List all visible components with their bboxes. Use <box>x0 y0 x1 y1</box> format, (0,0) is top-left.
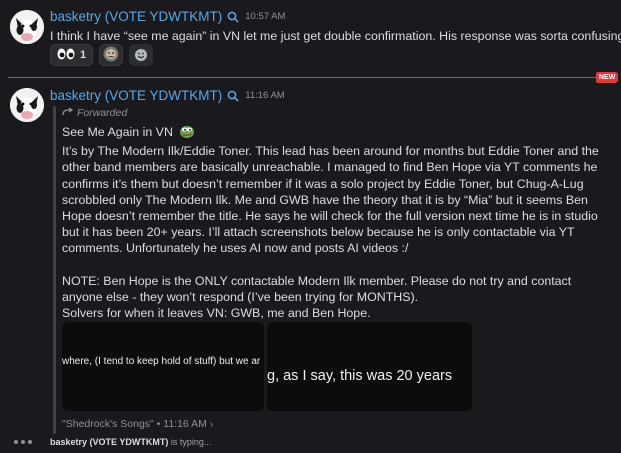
forwarded-content: See Me Again in VN It’s by The Modern Il… <box>62 123 610 321</box>
message-1: basketry (VOTE YDWTKMT) 10:57 AM I think… <box>0 0 621 70</box>
forward-source-link[interactable]: "Shedrock's Songs" • 11:16 AM › <box>62 418 213 430</box>
pepe-emoji-icon <box>179 123 195 143</box>
reaction-custom-face[interactable] <box>99 44 124 66</box>
search-icon[interactable] <box>227 90 239 102</box>
message-body: I think I have “see me again” in VN let … <box>50 29 621 43</box>
forward-paragraph-3: Solvers for when it leaves VN: GWB, me a… <box>62 306 371 321</box>
reaction-eyes[interactable]: 1 <box>50 44 94 66</box>
forwarded-label: Forwarded <box>62 107 127 119</box>
forward-title: See Me Again in VN <box>62 125 173 139</box>
username[interactable]: basketry (VOTE YDWTKMT) <box>50 88 222 103</box>
forward-paragraph-1: It’s by The Modern Ilk/Eddie Toner. This… <box>62 144 599 256</box>
attachment-image-2[interactable]: g, as I say, this was 20 years <box>267 322 472 411</box>
avatar[interactable] <box>10 88 44 122</box>
add-reaction-button[interactable] <box>129 44 154 66</box>
typing-text: basketry (VOTE YDWTKMT) is typing... <box>50 437 211 447</box>
forward-title-row: See Me Again in VN <box>62 123 610 143</box>
forward-arrow-icon <box>62 107 74 119</box>
cow-avatar-icon <box>10 10 44 44</box>
eyes-emoji-icon <box>57 48 75 63</box>
timestamp[interactable]: 11:16 AM <box>245 90 284 101</box>
forward-paragraph-2: NOTE: Ben Hope is the ONLY contactable M… <box>62 273 572 304</box>
username[interactable]: basketry (VOTE YDWTKMT) <box>50 9 222 24</box>
avatar[interactable] <box>10 10 44 44</box>
forwarded-text: Forwarded <box>77 107 128 119</box>
search-icon[interactable] <box>227 11 239 23</box>
typing-user: basketry (VOTE YDWTKMT) <box>50 437 169 447</box>
add-reaction-icon <box>135 49 148 61</box>
forward-bar <box>53 106 56 434</box>
typing-indicator: basketry (VOTE YDWTKMT) is typing... <box>14 437 211 447</box>
typing-suffix: is typing... <box>168 437 212 447</box>
new-badge: NEW <box>596 72 619 83</box>
typing-dots-icon <box>14 440 32 444</box>
reaction-count: 1 <box>80 49 87 61</box>
cow-avatar-icon <box>10 88 44 122</box>
image-caption-2: g, as I say, this was 20 years <box>267 368 453 384</box>
attachment-grid: where, (I tend to keep hold of stuff) bu… <box>62 322 472 411</box>
image-caption-1: where, (I tend to keep hold of stuff) bu… <box>62 356 261 367</box>
custom-face-emoji-icon <box>103 46 119 65</box>
attachment-image-1[interactable]: where, (I tend to keep hold of stuff) bu… <box>62 322 264 411</box>
timestamp[interactable]: 10:57 AM <box>245 11 285 22</box>
new-messages-divider <box>8 77 597 78</box>
